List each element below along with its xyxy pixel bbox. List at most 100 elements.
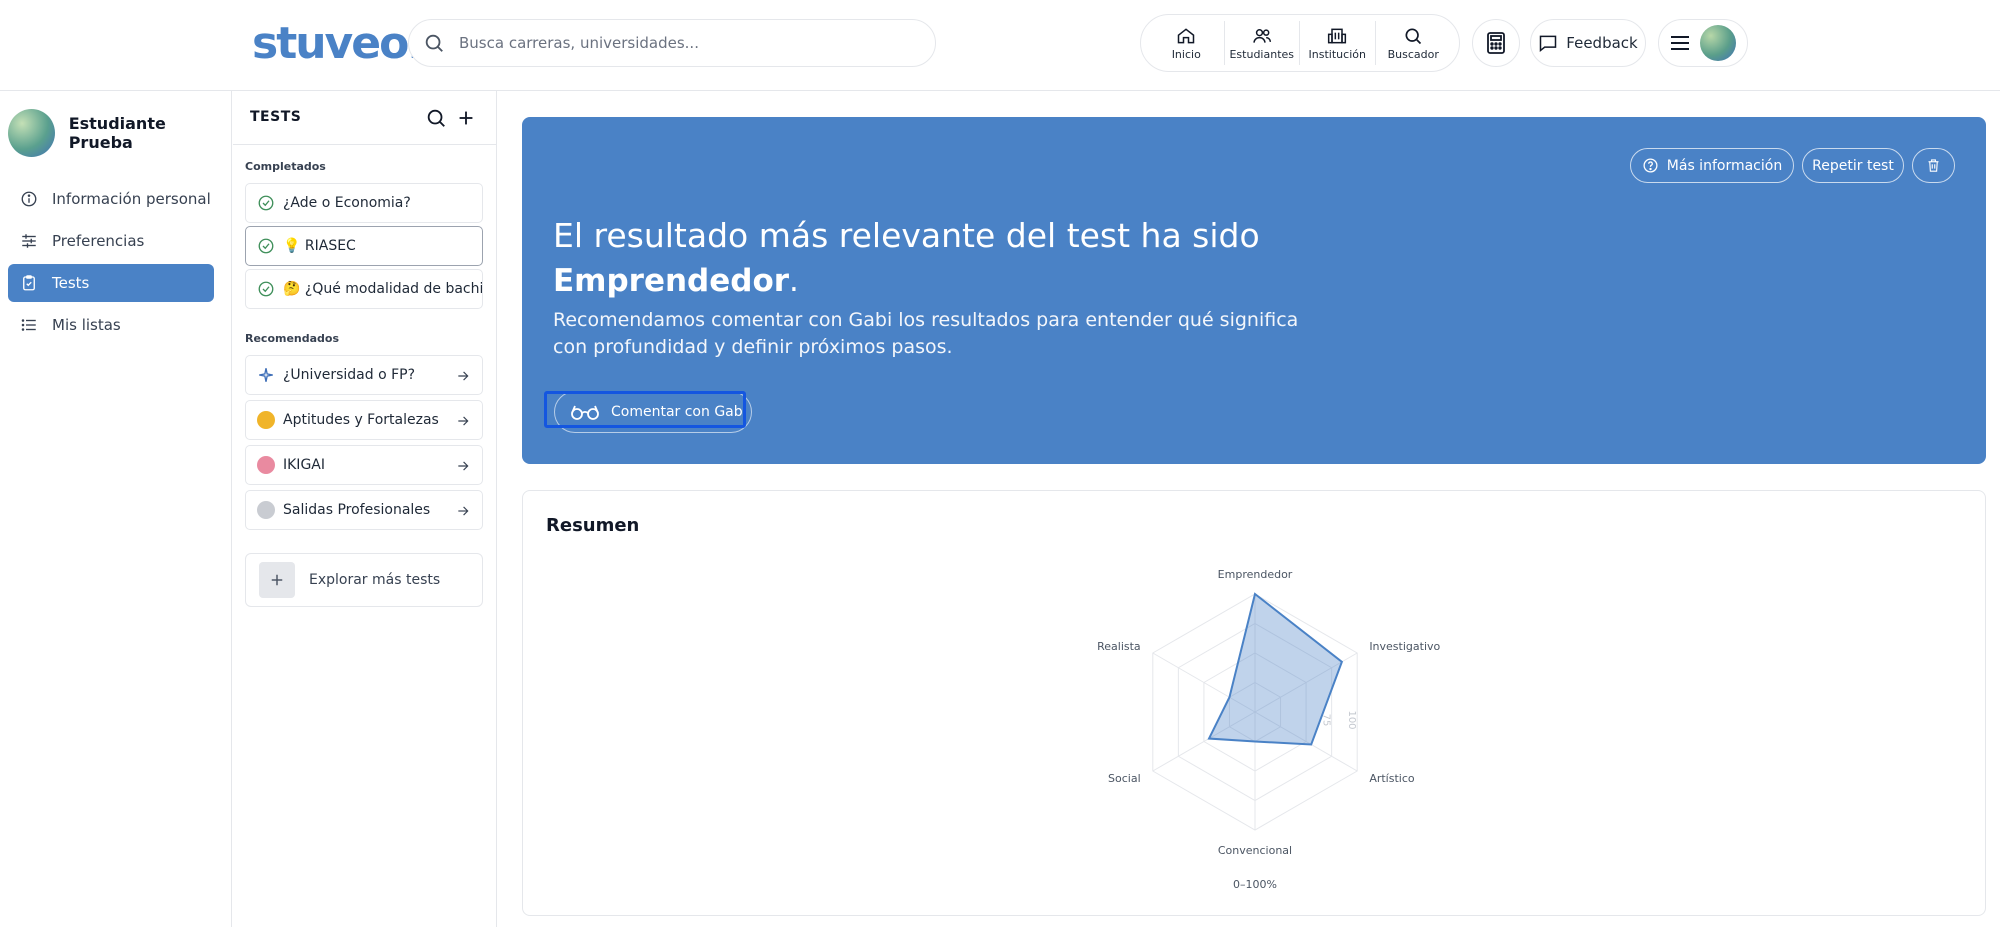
profile-header: Estudiante Prueba	[8, 109, 231, 157]
nav-buscador[interactable]: Buscador	[1376, 21, 1452, 65]
test-item-ade-economia[interactable]: ¿Ade o Economia?	[245, 183, 483, 223]
brain-icon	[257, 456, 275, 474]
hamburger-icon	[1671, 36, 1689, 50]
list-icon	[21, 319, 36, 331]
top-bar: stuveo. Inicio Estudiantes Institución B…	[0, 0, 2000, 91]
nav-label: Institución	[1308, 47, 1366, 61]
radar-axis-label: Realista	[1097, 640, 1141, 653]
nav-institucion[interactable]: Institución	[1300, 21, 1376, 65]
test-item-label: Aptitudes y Fortalezas	[283, 412, 439, 428]
repeat-test-label: Repetir test	[1812, 157, 1894, 174]
sidebar-item-preferencias[interactable]: Preferencias	[8, 222, 214, 260]
home-icon	[1178, 27, 1195, 43]
explore-tests-button[interactable]: Explorar más tests	[245, 553, 483, 607]
check-circle-icon	[258, 281, 274, 297]
summary-card: Resumen Emprendedor Investigativo Artístic…	[522, 490, 1986, 916]
comment-with-gabi-button[interactable]: Comentar con Gabi	[554, 391, 752, 433]
radar-axis-label: Emprendedor	[1218, 568, 1293, 581]
delete-test-button[interactable]	[1912, 148, 1955, 183]
radar-axis-label: Investigativo	[1369, 640, 1440, 653]
sidebar-item-label: Preferencias	[52, 232, 145, 250]
explore-label: Explorar más tests	[309, 572, 441, 588]
feedback-button[interactable]: Feedback	[1530, 19, 1646, 67]
feedback-label: Feedback	[1566, 34, 1638, 52]
completed-section-label: Completados	[245, 160, 326, 173]
test-item-label: IKIGAI	[283, 457, 325, 473]
more-info-button[interactable]: Más información	[1630, 148, 1794, 183]
arrow-right-icon	[458, 416, 469, 426]
glasses-icon	[571, 405, 599, 420]
plus-icon	[259, 562, 295, 598]
search-icon[interactable]	[425, 107, 447, 129]
gabi-label: Comentar con Gabi	[611, 404, 747, 420]
radar-chart: Emprendedor Investigativo Artístico Convenc…	[1097, 568, 1440, 891]
calculator-icon	[1487, 32, 1505, 54]
test-item-riasec[interactable]: 💡 RIASEC	[245, 226, 483, 266]
result-value: Emprendedor.	[553, 258, 799, 304]
sidebar-item-tests[interactable]: Tests	[8, 264, 214, 302]
user-menu-button[interactable]	[1658, 19, 1748, 67]
search-bar[interactable]	[408, 19, 936, 67]
avatar	[8, 109, 55, 157]
stuveo-logo[interactable]: stuveo.	[252, 18, 424, 69]
test-item-ikigai[interactable]: IKIGAI	[245, 445, 483, 485]
radar-axis-label: Artístico	[1369, 772, 1415, 785]
compass-icon	[257, 501, 275, 519]
clipboard-check-icon	[23, 275, 35, 291]
test-item-label: 🤔 ¿Qué modalidad de bachillerato?	[283, 281, 482, 297]
test-item-universidad-fp[interactable]: ¿Universidad o FP?	[245, 355, 483, 395]
test-item-modalidad-bachillerato[interactable]: 🤔 ¿Qué modalidad de bachillerato?	[245, 269, 483, 309]
radar-tick-label: 75	[1321, 714, 1332, 727]
nav-label: Inicio	[1171, 47, 1201, 61]
test-item-label: ¿Ade o Economia?	[283, 195, 411, 211]
search-input[interactable]	[459, 28, 919, 58]
result-description: Recomendamos comentar con Gabi los resul…	[553, 309, 1299, 358]
test-item-label: 💡 RIASEC	[283, 238, 356, 254]
sidebar-item-label: Tests	[52, 274, 90, 292]
calculator-button[interactable]	[1472, 19, 1520, 67]
radar-axis-label: Social	[1108, 772, 1141, 785]
radar-scale-caption: 0–100%	[1233, 878, 1277, 891]
user-name: Estudiante Prueba	[68, 114, 166, 152]
sidebar-item-mis-listas[interactable]: Mis listas	[8, 306, 214, 344]
test-item-label: ¿Universidad o FP?	[283, 367, 416, 383]
building-icon	[1328, 28, 1347, 43]
search-icon	[425, 34, 443, 52]
more-info-label: Más información	[1666, 157, 1783, 174]
arrow-right-icon	[458, 461, 469, 471]
radar-tick-label: 100	[1346, 710, 1357, 729]
sidebar-item-label: Información personal	[52, 190, 211, 208]
nav-label: Buscador	[1387, 47, 1439, 61]
sidebar-item-informacion-personal[interactable]: Información personal	[8, 180, 214, 218]
test-item-salidas-profesionales[interactable]: Salidas Profesionales	[245, 490, 483, 530]
recommended-section-label: Recomendados	[245, 332, 340, 345]
check-circle-icon	[258, 238, 274, 254]
trash-icon	[1928, 159, 1939, 172]
result-hero: Más información Repetir test El resultad…	[522, 117, 1986, 464]
nav-label: Estudiantes	[1229, 47, 1295, 61]
info-icon	[21, 191, 37, 207]
search-icon	[1405, 28, 1422, 44]
result-heading: El resultado más relevante del test ha s…	[553, 216, 1260, 255]
result-suffix: .	[789, 263, 799, 299]
avatar	[1700, 25, 1736, 61]
tests-header: TESTS	[233, 91, 497, 145]
test-item-aptitudes-fortalezas[interactable]: Aptitudes y Fortalezas	[245, 400, 483, 440]
message-icon	[1540, 35, 1557, 53]
main-nav: Inicio Estudiantes Institución Buscador	[1140, 14, 1460, 72]
tests-panel: TESTS Completados ¿Ade o Economia? 💡 RIA…	[233, 91, 497, 927]
radar-axis-label: Convencional	[1218, 844, 1292, 857]
arrow-right-icon	[458, 506, 469, 516]
test-item-label: Salidas Profesionales	[283, 502, 431, 518]
help-circle-icon	[1643, 158, 1658, 173]
plus-icon[interactable]	[455, 107, 477, 129]
nav-estudiantes[interactable]: Estudiantes	[1225, 21, 1300, 65]
sparkle-icon	[259, 368, 273, 382]
users-icon	[1253, 28, 1271, 43]
nav-inicio[interactable]: Inicio	[1149, 21, 1225, 65]
repeat-test-button[interactable]: Repetir test	[1802, 148, 1904, 183]
result-name: Emprendedor	[553, 263, 790, 299]
profile-sidebar: Estudiante Prueba Información personal P…	[0, 91, 232, 927]
check-circle-icon	[258, 195, 274, 211]
arrow-right-icon	[458, 371, 469, 381]
